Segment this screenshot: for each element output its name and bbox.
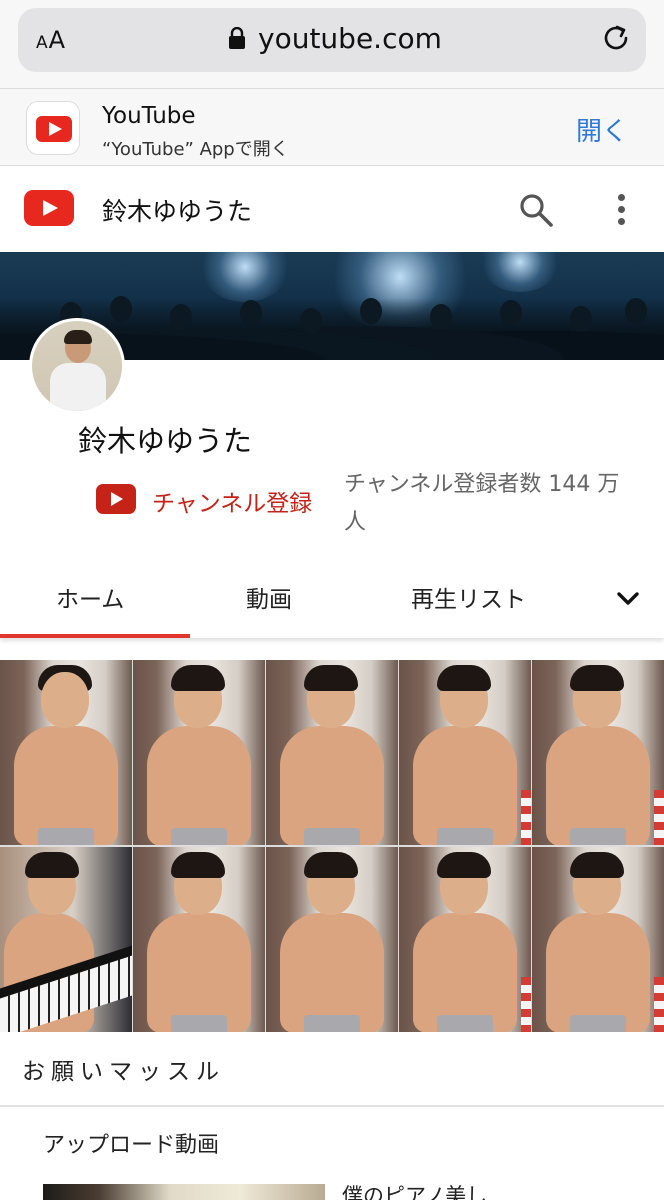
tab-videos[interactable]: 動画 (246, 580, 292, 614)
youtube-logo-icon[interactable] (24, 190, 74, 226)
youtube-logo-icon (96, 484, 136, 514)
subscribe-label: チャンネル登録 (152, 491, 313, 517)
url-text[interactable]: youtube.com (258, 22, 442, 55)
more-options-icon[interactable] (612, 192, 632, 228)
search-icon[interactable] (518, 192, 554, 228)
section-divider (0, 1105, 664, 1107)
channel-tabs: ホーム 動画 再生リスト (0, 560, 664, 638)
tab-home[interactable]: ホーム (56, 580, 124, 614)
text-size-button[interactable]: AA (36, 26, 66, 54)
header-title: 鈴木ゆゆうた (102, 197, 253, 226)
browser-address-bar: AA youtube.com (0, 0, 664, 88)
upload-video-thumbnail[interactable] (43, 1184, 325, 1200)
upload-video-title[interactable]: 僕のピアノ美し (342, 1180, 487, 1200)
lock-icon (229, 27, 245, 49)
uploads-section-title[interactable]: アップロード動画 (43, 1127, 219, 1159)
youtube-app-icon (26, 101, 80, 155)
app-banner: YouTube “YouTube” Appで開く 開く (0, 88, 664, 166)
open-in-app-button[interactable]: 開く (576, 111, 628, 148)
featured-video-thumbnail[interactable] (0, 660, 664, 1032)
tab-playlists[interactable]: 再生リスト (411, 580, 526, 614)
channel-avatar[interactable] (29, 318, 125, 414)
reload-icon[interactable] (600, 22, 632, 54)
channel-name: 鈴木ゆゆうた (78, 424, 253, 458)
app-banner-subtitle: “YouTube” Appで開く (102, 139, 289, 160)
chevron-down-icon[interactable] (614, 586, 642, 610)
app-banner-name: YouTube (102, 103, 196, 129)
subscribe-button[interactable]: チャンネル登録 (96, 480, 336, 520)
subscriber-count: チャンネル登録者数 144 万人 (344, 472, 620, 535)
featured-video-title[interactable]: お願いマッスル (22, 1052, 225, 1086)
active-tab-indicator (0, 634, 190, 638)
youtube-header: 鈴木ゆゆうた (0, 166, 664, 252)
